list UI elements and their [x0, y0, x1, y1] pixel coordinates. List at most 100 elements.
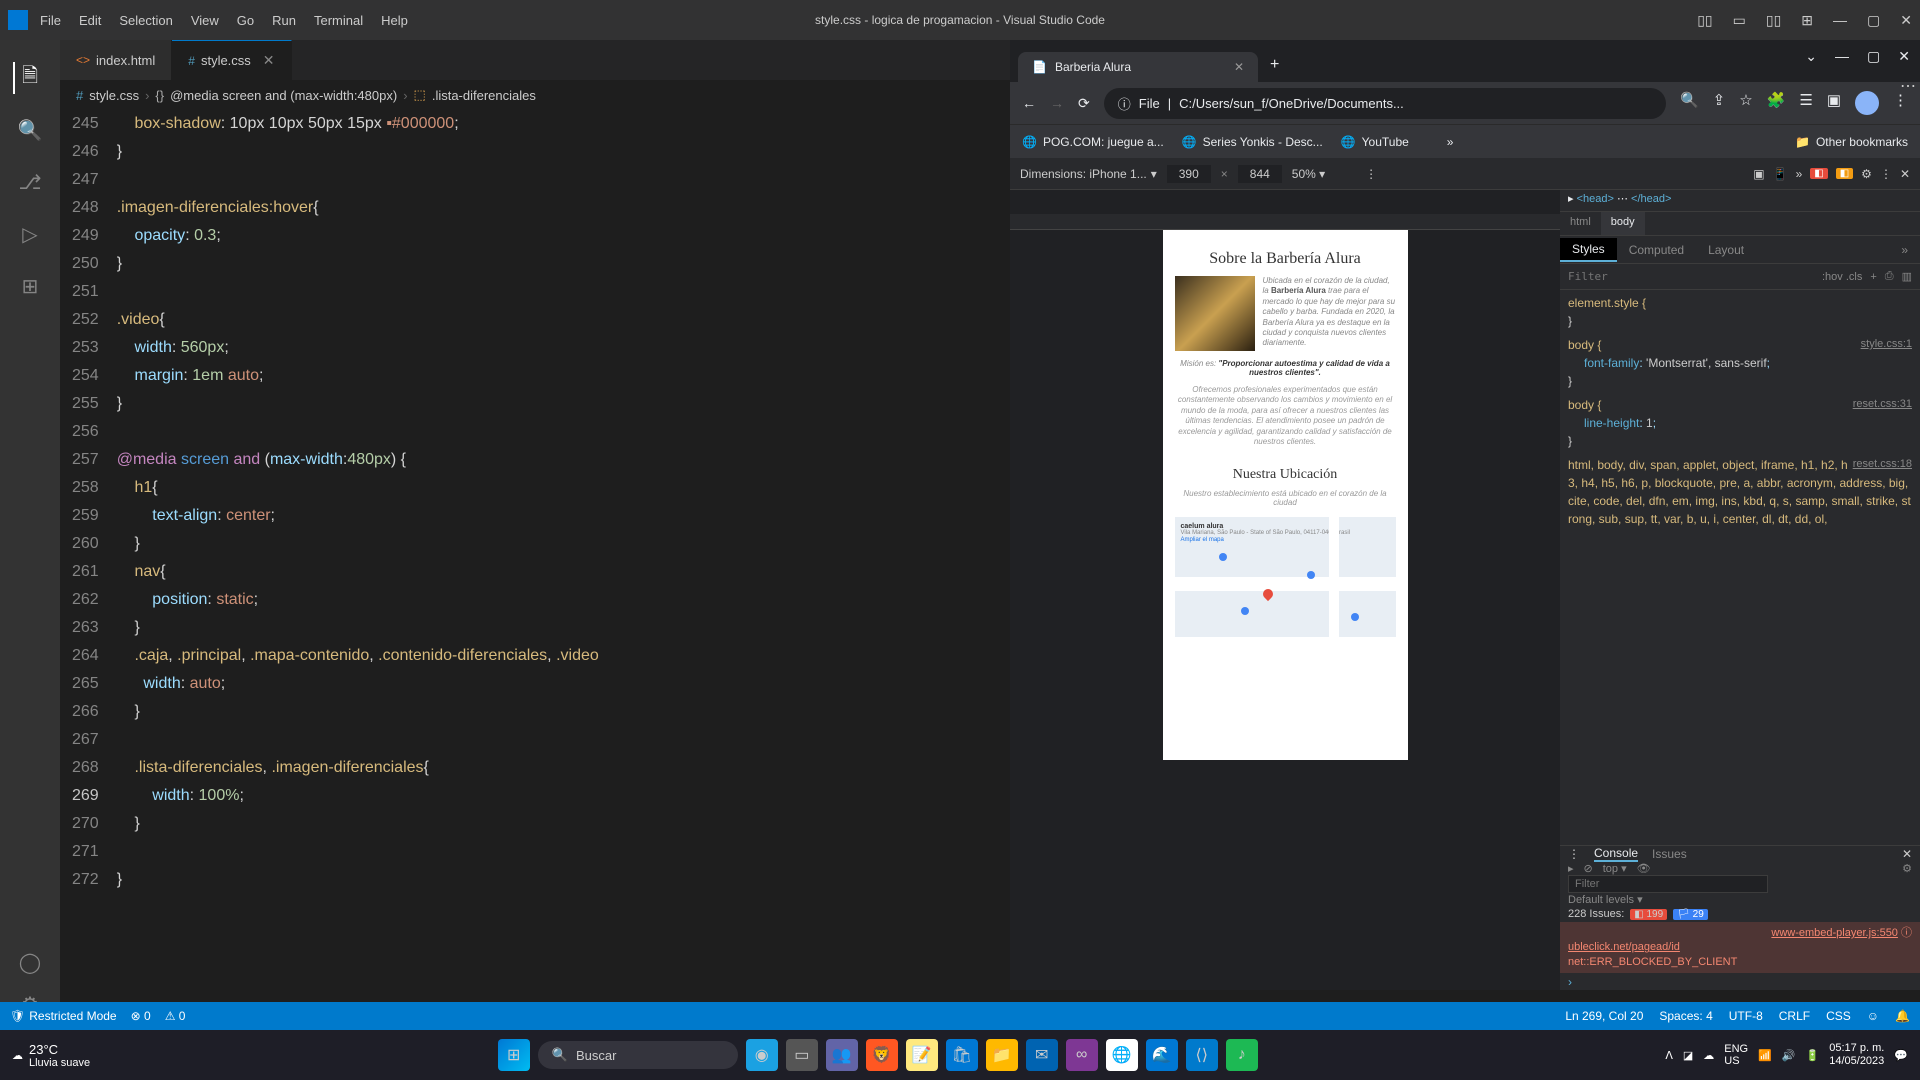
more-icon[interactable]: ⋮ — [1880, 167, 1892, 181]
new-tab-button[interactable]: + — [1258, 48, 1291, 82]
overflow-icon[interactable]: » — [1796, 167, 1803, 181]
explorer-folder-icon[interactable]: 📁 — [986, 1039, 1018, 1071]
panel-toggle-1-icon[interactable]: ▯▯ — [1697, 12, 1712, 29]
panel-toggle-2-icon[interactable]: ▭ — [1733, 12, 1746, 29]
mail-icon[interactable]: ✉ — [1026, 1039, 1058, 1071]
bookmark-item[interactable]: 🌐Series Yonkis - Desc... — [1182, 135, 1323, 149]
print-icon[interactable]: ⎙ — [1885, 270, 1894, 283]
inspect-icon[interactable]: ▣ — [1753, 167, 1764, 181]
url-input[interactable]: ⓘ File | C:/Users/sun_f/OneDrive/Documen… — [1104, 88, 1666, 119]
store-icon[interactable]: 🛍 — [946, 1039, 978, 1071]
element-breadcrumb[interactable]: ▸ <head> ⋯ </head> — [1560, 190, 1920, 212]
share-icon[interactable]: ⇪ — [1713, 91, 1726, 115]
chevron-up-icon[interactable]: ᐱ — [1665, 1049, 1673, 1062]
add-rule-icon[interactable]: + — [1870, 271, 1876, 283]
reload-icon[interactable]: ⟳ — [1078, 95, 1090, 112]
eye-icon[interactable]: 👁 — [1637, 862, 1651, 875]
path-html[interactable]: html — [1560, 212, 1601, 235]
width-input[interactable] — [1167, 165, 1211, 183]
map-expand-link[interactable]: Ampliar el mapa — [1181, 537, 1224, 543]
close-icon[interactable]: ✕ — [1898, 48, 1910, 65]
vscode-taskbar-icon[interactable]: ⟨⟩ — [1186, 1039, 1218, 1071]
volume-icon[interactable]: 🔊 — [1782, 1049, 1796, 1062]
back-icon[interactable]: ← — [1022, 95, 1036, 111]
tab-computed[interactable]: Computed — [1617, 239, 1696, 261]
copilot-icon[interactable]: ◉ — [746, 1039, 778, 1071]
bookmark-item[interactable]: 🌐YouTube — [1341, 135, 1409, 149]
tab-close-icon[interactable]: ✕ — [1234, 60, 1244, 74]
filter-hints[interactable]: :hov .cls — [1822, 271, 1862, 283]
teams-icon[interactable]: 👥 — [826, 1039, 858, 1071]
layout-icon[interactable]: ⊞ — [1801, 12, 1813, 29]
spotify-icon[interactable]: ♪ — [1226, 1039, 1258, 1071]
tray-app-icon[interactable]: ◪ — [1683, 1049, 1693, 1062]
rendered-page[interactable]: Sobre la Barbería Alura Ubicada en el co… — [1163, 230, 1408, 760]
menu-view[interactable]: View — [191, 13, 219, 28]
tab-console[interactable]: Console — [1594, 846, 1638, 862]
extensions-puzzle-icon[interactable]: 🧩 — [1767, 91, 1786, 115]
computed-toggle-icon[interactable]: ▥ — [1902, 270, 1912, 283]
bookmark-item[interactable]: 🌐POG.COM: juegue a... — [1022, 135, 1164, 149]
context-select[interactable]: top ▾ — [1603, 862, 1627, 875]
notifications-icon[interactable]: 🔔 — [1895, 1009, 1910, 1023]
menu-go[interactable]: Go — [237, 13, 254, 28]
explorer-icon[interactable]: 🗎 — [13, 62, 45, 94]
panel-toggle-3-icon[interactable]: ▯▯ — [1766, 12, 1781, 29]
menu-run[interactable]: Run — [272, 13, 296, 28]
device-mode-icon[interactable]: 📱 — [1773, 167, 1788, 181]
minimize-icon[interactable]: — — [1835, 48, 1849, 65]
visual-studio-icon[interactable]: ∞ — [1066, 1039, 1098, 1071]
tab-styles[interactable]: Styles — [1560, 238, 1617, 262]
more-icon[interactable]: ⋮ — [1365, 167, 1377, 181]
tab-close-icon[interactable]: ✕ — [263, 52, 275, 69]
errors-count[interactable]: ⊗ 0 — [131, 1009, 151, 1023]
warnings-count[interactable]: ⚠ 0 — [165, 1009, 186, 1023]
eol[interactable]: CRLF — [1779, 1009, 1810, 1023]
run-debug-icon[interactable]: ▷ — [14, 218, 46, 250]
height-input[interactable] — [1238, 165, 1282, 183]
extensions-icon[interactable]: ⊞ — [14, 270, 46, 302]
chrome-icon[interactable]: 🌐 — [1106, 1039, 1138, 1071]
maximize-icon[interactable]: ▢ — [1867, 48, 1880, 65]
reading-list-icon[interactable]: ☰ — [1799, 91, 1812, 115]
map-embed[interactable]: caelum alura Vila Mariana, São Paulo - S… — [1175, 517, 1396, 637]
feedback-icon[interactable]: ☺ — [1867, 1009, 1879, 1023]
styles-pane[interactable]: element.style {} style.css:1body { font-… — [1560, 290, 1920, 845]
weather-widget[interactable]: ☁ 23°CLluvia suave — [12, 1042, 90, 1069]
account-icon[interactable]: ◯ — [14, 946, 46, 978]
minimize-icon[interactable]: — — [1833, 12, 1847, 29]
overflow-icon[interactable]: » — [1889, 239, 1920, 261]
levels-select[interactable]: Default levels ▾ — [1568, 893, 1643, 906]
onedrive-icon[interactable]: ☁ — [1703, 1049, 1714, 1062]
menu-help[interactable]: Help — [381, 13, 408, 28]
edge-icon[interactable]: 🌊 — [1146, 1039, 1178, 1071]
close-drawer-icon[interactable]: ✕ — [1902, 847, 1912, 861]
menu-selection[interactable]: Selection — [119, 13, 172, 28]
clear-icon[interactable]: ⊘ — [1584, 862, 1593, 875]
tab-issues[interactable]: Issues — [1652, 847, 1687, 861]
console-prompt[interactable]: › — [1560, 973, 1920, 991]
tab-index-html[interactable]: <> index.html — [60, 40, 172, 80]
error-badge[interactable]: ◧ — [1810, 168, 1827, 179]
tab-layout[interactable]: Layout — [1696, 239, 1756, 261]
code-content[interactable]: box-shadow: 10px 10px 50px 15px ▪#000000… — [117, 110, 1010, 894]
language-indicator[interactable]: ENGUS — [1724, 1043, 1748, 1067]
warning-badge[interactable]: ◧ — [1836, 168, 1853, 179]
menu-edit[interactable]: Edit — [79, 13, 101, 28]
play-icon[interactable]: ▸ — [1568, 862, 1574, 875]
clock[interactable]: 05:17 p. m.14/05/2023 — [1829, 1042, 1884, 1068]
other-bookmarks[interactable]: 📁Other bookmarks — [1795, 135, 1908, 149]
editor-overflow-icon[interactable]: ⋯ — [1900, 76, 1916, 96]
task-view-icon[interactable]: ▭ — [786, 1039, 818, 1071]
editor[interactable]: 2452462472482492502512522532542552562572… — [60, 110, 1010, 1040]
error-count-badge[interactable]: ◧ 199 — [1630, 909, 1667, 920]
menu-terminal[interactable]: Terminal — [314, 13, 363, 28]
device-select[interactable]: Dimensions: iPhone 1... ▾ — [1020, 167, 1157, 181]
taskbar-search[interactable]: 🔍 Buscar — [538, 1041, 738, 1069]
browser-tab[interactable]: 📄 Barberia Alura ✕ — [1018, 52, 1258, 82]
close-icon[interactable]: ✕ — [1900, 167, 1910, 181]
tab-style-css[interactable]: # style.css ✕ — [172, 40, 291, 80]
close-icon[interactable]: ✕ — [1900, 12, 1912, 29]
language-mode[interactable]: CSS — [1826, 1009, 1851, 1023]
menu-file[interactable]: File — [40, 13, 61, 28]
